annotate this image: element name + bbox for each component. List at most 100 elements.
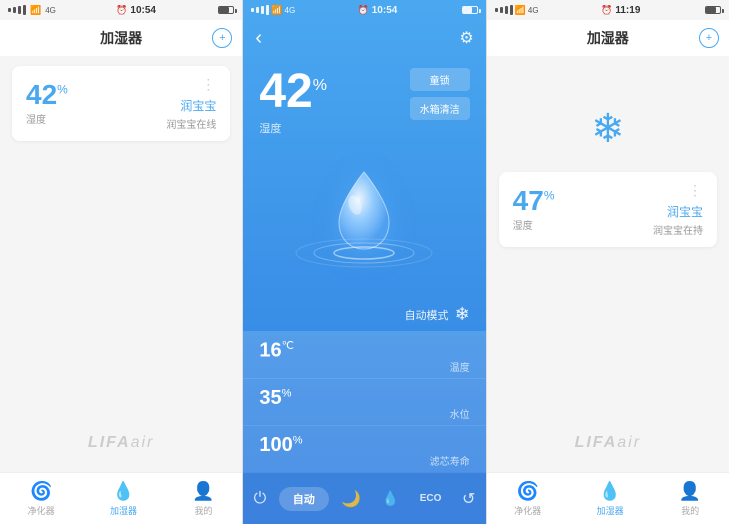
left-alarm-icon: ⏰ <box>116 5 127 16</box>
right-humidity-left: 47% 湿度 <box>513 187 555 232</box>
right-wifi-icon: 📶 <box>515 5 526 16</box>
center-signal-4 <box>266 5 269 15</box>
left-signal-icons: 📶 4G <box>8 5 56 16</box>
left-humidity-label: 湿度 <box>26 111 68 126</box>
center-signal-text: 4G <box>285 6 296 15</box>
right-device-dots: ⋮ <box>653 182 703 199</box>
left-content: 42% 湿度 ⋮ 润宝宝 润宝宝在线 LIFAair <box>0 56 242 472</box>
signal-bar-4 <box>23 5 26 15</box>
left-humidity-card[interactable]: 42% 湿度 ⋮ 润宝宝 润宝宝在线 <box>12 66 230 141</box>
right-nav-humidifier[interactable]: 💧 加湿器 <box>597 481 624 517</box>
center-battery <box>462 6 478 14</box>
center-humidity-section: 42% 湿度 童锁 水箱清洁 <box>243 56 485 136</box>
center-settings-button[interactable]: ⚙ <box>459 28 473 48</box>
right-humidifier-icon: 💧 <box>599 481 621 502</box>
night-icon: 🌙 <box>341 489 361 509</box>
center-action-buttons: 童锁 水箱清洁 <box>410 68 470 120</box>
right-content: ❄ 47% 湿度 ⋮ 润宝宝 润宝宝在持 LIFAair <box>487 56 729 472</box>
left-nav-mine-label: 我的 <box>194 504 212 517</box>
right-nav-purifier[interactable]: 🌀 净化器 <box>514 481 541 517</box>
center-bottom-nav: ⏻ 自动 🌙 💧 ECO ↺ <box>243 472 485 524</box>
signal-bar-3 <box>18 6 21 14</box>
stat-row-temp: 16℃ 温度 <box>243 331 485 379</box>
center-signal-1 <box>251 8 254 12</box>
center-content: 42% 湿度 童锁 水箱清洁 <box>243 56 485 472</box>
center-alarm-icon: ⏰ <box>358 5 369 16</box>
right-nav-humidifier-label: 加湿器 <box>597 504 624 517</box>
right-lifa-watermark: LIFAair <box>575 431 641 452</box>
right-panel: 📶 4G ⏰ 11:19 加湿器 + ❄ 47% 湿度 <box>487 0 729 524</box>
right-battery-fill <box>706 7 716 13</box>
center-wifi-icon: 📶 <box>271 5 282 16</box>
right-add-button[interactable]: + <box>699 28 719 48</box>
center-nav-mist[interactable]: 💧 <box>374 486 407 511</box>
center-nav-eco[interactable]: ECO <box>412 489 450 508</box>
center-nav-auto[interactable]: 自动 <box>279 487 329 511</box>
signal-bar-2 <box>13 7 16 13</box>
loading-fan-icon: ❄ <box>591 106 625 152</box>
loading-container: ❄ <box>499 66 717 172</box>
left-nav-humidifier-label: 加湿器 <box>110 504 137 517</box>
center-signal-3 <box>261 6 264 14</box>
right-app-header: 加湿器 + <box>487 20 729 56</box>
right-purifier-icon: 🌀 <box>517 481 539 502</box>
center-humidity-value: 42% <box>259 68 327 116</box>
left-status-bar: 📶 4G ⏰ 10:54 <box>0 0 242 20</box>
right-alarm-icon: ⏰ <box>601 5 612 16</box>
right-app-title: 加湿器 <box>587 28 629 48</box>
right-signal-1 <box>495 8 498 12</box>
right-bottom-nav: 🌀 净化器 💧 加湿器 👤 我的 <box>487 472 729 524</box>
center-back-button[interactable]: ‹ <box>255 27 262 50</box>
center-battery-fill <box>463 7 473 13</box>
right-status-bar: 📶 4G ⏰ 11:19 <box>487 0 729 20</box>
wifi-icon: 📶 <box>30 5 41 16</box>
auto-mode-row: 自动模式 ❄ <box>243 298 485 331</box>
left-device-status: 润宝宝在线 <box>166 116 216 131</box>
left-signal-text: 4G <box>45 6 56 15</box>
clean-button[interactable]: 水箱清洁 <box>410 97 470 120</box>
left-nav-purifier[interactable]: 🌀 净化器 <box>28 481 55 517</box>
left-app-header: 加湿器 + <box>0 20 242 56</box>
right-nav-mine[interactable]: 👤 我的 <box>679 481 701 517</box>
left-battery-fill <box>219 7 229 13</box>
left-nav-mine[interactable]: 👤 我的 <box>192 481 214 517</box>
mist-icon: 💧 <box>382 490 399 507</box>
center-signal-icons: 📶 4G <box>251 5 295 16</box>
center-nav-night[interactable]: 🌙 <box>333 485 369 513</box>
signal-bar-1 <box>8 8 11 12</box>
right-battery <box>705 6 721 14</box>
left-lifa-watermark: LIFAair <box>88 431 154 452</box>
right-mine-icon: 👤 <box>679 481 701 502</box>
left-app-title: 加湿器 <box>100 28 142 48</box>
right-humidity-label: 湿度 <box>513 217 555 232</box>
left-nav-purifier-label: 净化器 <box>28 504 55 517</box>
right-humidity-card[interactable]: 47% 湿度 ⋮ 润宝宝 润宝宝在持 <box>499 172 717 247</box>
left-humidity-left: 42% 湿度 <box>26 81 68 126</box>
right-signal-3 <box>505 6 508 14</box>
right-humidity-value: 47% <box>513 187 555 215</box>
right-signal-text: 4G <box>528 6 539 15</box>
left-bottom-nav: 🌀 净化器 💧 加湿器 👤 我的 <box>0 472 242 524</box>
auto-mode-label: 自动模式 <box>405 307 449 323</box>
water-drop-container <box>243 126 485 298</box>
center-nav-refresh[interactable]: ↺ <box>454 485 483 513</box>
mine-icon: 👤 <box>192 481 214 502</box>
left-battery-icon <box>218 6 234 14</box>
ripples-container <box>294 238 434 268</box>
center-time: 10:54 <box>372 5 398 16</box>
center-panel: 📶 4G ⏰ 10:54 ‹ ⚙ 42% 湿度 童锁 水箱清洁 <box>243 0 485 524</box>
ripples-svg <box>294 238 434 268</box>
center-nav-power[interactable]: ⏻ <box>246 486 275 512</box>
power-icon: ⏻ <box>254 490 267 508</box>
lock-button[interactable]: 童锁 <box>410 68 470 91</box>
left-nav-humidifier[interactable]: 💧 加湿器 <box>110 481 137 517</box>
left-panel: 📶 4G ⏰ 10:54 加湿器 + 42% 湿度 ⋮ <box>0 0 242 524</box>
left-humidity-value: 42% <box>26 81 68 109</box>
left-add-button[interactable]: + <box>212 28 232 48</box>
right-time: 11:19 <box>615 5 640 16</box>
right-device-info: ⋮ 润宝宝 润宝宝在持 <box>653 182 703 237</box>
right-signal-icons: 📶 4G <box>495 5 539 16</box>
eco-icon: ECO <box>420 493 442 504</box>
center-app-header: ‹ ⚙ <box>243 20 485 56</box>
right-nav-purifier-label: 净化器 <box>514 504 541 517</box>
